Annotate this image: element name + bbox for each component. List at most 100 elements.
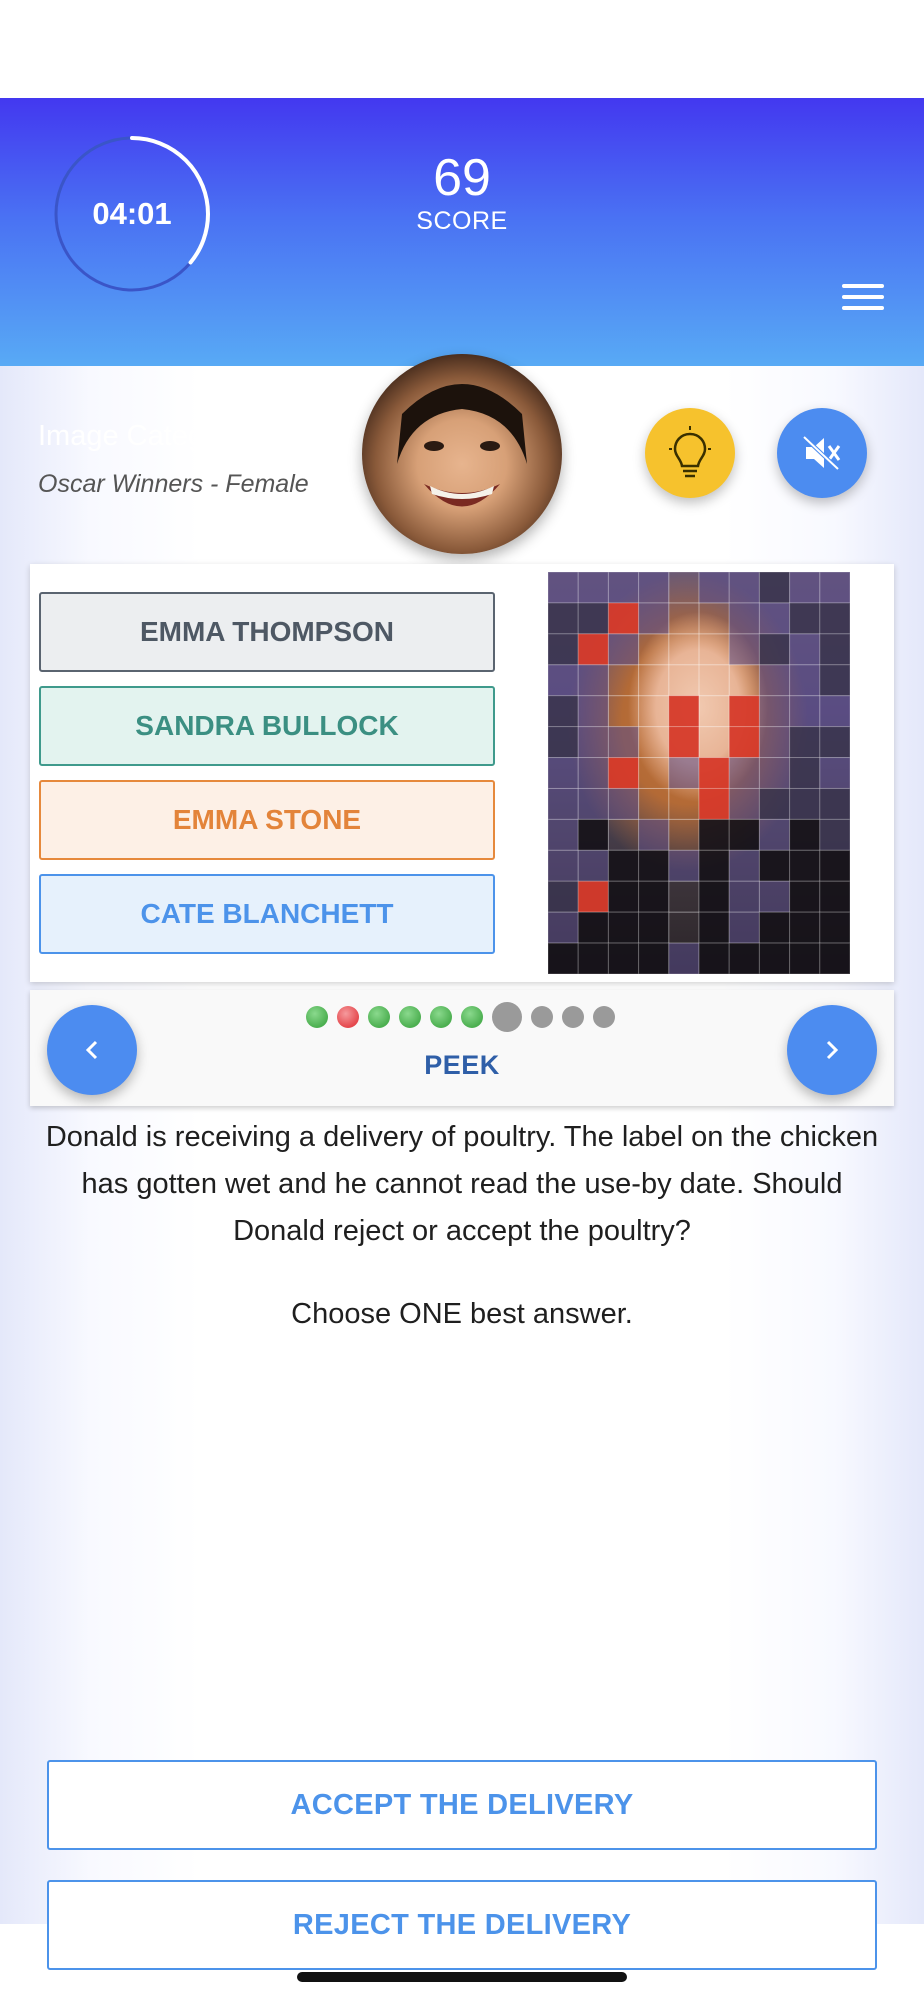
puzzle-tile xyxy=(548,849,579,882)
chevron-right-icon xyxy=(826,1040,839,1060)
puzzle-tile xyxy=(789,880,821,913)
next-button[interactable] xyxy=(787,1005,877,1095)
progress-dot-current xyxy=(492,1002,522,1032)
progress-dot-wrong xyxy=(337,1006,359,1028)
puzzle-tile xyxy=(638,787,670,820)
puzzle-tile xyxy=(548,942,579,974)
puzzle-tile xyxy=(668,757,700,789)
progress-dot-correct xyxy=(368,1006,390,1028)
option-button[interactable]: EMMA THOMPSON xyxy=(39,592,495,672)
puzzle-tile xyxy=(607,787,640,820)
puzzle-tile xyxy=(638,880,670,913)
instruction-text: Choose ONE best answer. xyxy=(291,1298,633,1330)
puzzle-tile xyxy=(758,572,791,604)
puzzle-tile xyxy=(638,695,670,728)
puzzle-tile xyxy=(607,757,640,789)
peek-bar: PEEK xyxy=(30,990,894,1106)
puzzle-tile xyxy=(728,849,760,882)
puzzle-tile xyxy=(819,849,850,882)
previous-button[interactable] xyxy=(47,1005,137,1095)
puzzle-tile xyxy=(728,695,760,728)
puzzle-tile xyxy=(668,942,700,974)
puzzle-tile xyxy=(577,911,609,944)
puzzle-tile xyxy=(758,911,791,944)
puzzle-tile xyxy=(638,757,670,789)
puzzle-tile xyxy=(548,880,579,913)
hint-button[interactable] xyxy=(645,408,735,498)
puzzle-tile xyxy=(607,633,640,666)
puzzle-tile xyxy=(607,695,640,728)
puzzle-tile xyxy=(819,572,850,604)
puzzle-tile xyxy=(577,695,609,728)
puzzle-tile xyxy=(577,664,609,697)
puzzle-tile xyxy=(577,942,609,974)
puzzle-tile xyxy=(758,726,791,759)
progress-dot-pending xyxy=(531,1006,553,1028)
puzzle-tile xyxy=(789,849,821,882)
puzzle-tile xyxy=(789,818,821,851)
puzzle-tile xyxy=(607,664,640,697)
progress-dot-correct xyxy=(306,1006,328,1028)
puzzle-tile xyxy=(728,664,760,697)
countdown-timer: 04:01 xyxy=(52,134,212,294)
puzzle-tile xyxy=(668,695,700,728)
puzzle-tile xyxy=(638,602,670,635)
puzzle-tile xyxy=(548,757,579,789)
puzzle-tile xyxy=(638,633,670,666)
peek-button[interactable]: PEEK xyxy=(30,1050,894,1081)
puzzle-tile xyxy=(577,633,609,666)
puzzle-tile xyxy=(698,849,730,882)
puzzle-tile xyxy=(819,633,850,666)
puzzle-tile xyxy=(668,726,700,759)
puzzle-image xyxy=(548,572,850,974)
puzzle-tile xyxy=(728,726,760,759)
puzzle-tile xyxy=(758,757,791,789)
puzzle-tile xyxy=(789,757,821,789)
quiz-screen: 04:01 69 SCORE Image Category Oscar Winn… xyxy=(0,98,924,1970)
puzzle-tile xyxy=(607,880,640,913)
puzzle-tile xyxy=(577,602,609,635)
puzzle-tile xyxy=(789,695,821,728)
home-indicator[interactable] xyxy=(297,1972,627,1982)
score-value: 69 xyxy=(433,149,491,207)
mute-button[interactable] xyxy=(777,408,867,498)
puzzle-tile xyxy=(789,942,821,974)
puzzle-tile xyxy=(819,818,850,851)
progress-dot-pending xyxy=(593,1006,615,1028)
progress-dots xyxy=(30,1002,894,1032)
puzzle-tile xyxy=(698,942,730,974)
puzzle-tile xyxy=(698,602,730,635)
category-label: Image Category xyxy=(38,420,245,452)
category-value: Oscar Winners - Female xyxy=(38,470,309,498)
puzzle-tile xyxy=(698,818,730,851)
puzzle-tile xyxy=(548,633,579,666)
puzzle-tile xyxy=(698,911,730,944)
puzzle-tile xyxy=(668,787,700,820)
puzzle-tile xyxy=(607,911,640,944)
puzzle-tile xyxy=(789,572,821,604)
puzzle-tile xyxy=(668,633,700,666)
puzzle-tile xyxy=(668,602,700,635)
puzzle-tile xyxy=(577,757,609,789)
hamburger-menu-icon[interactable] xyxy=(842,284,886,318)
question-text: Donald is receiving a delivery of poultr… xyxy=(45,1121,879,1247)
puzzle-tile xyxy=(607,849,640,882)
puzzle-tile xyxy=(698,787,730,820)
option-button[interactable]: CATE BLANCHETT xyxy=(39,874,495,954)
puzzle-tile xyxy=(607,818,640,851)
puzzle-tile xyxy=(638,726,670,759)
puzzle-tile xyxy=(577,726,609,759)
puzzle-tile xyxy=(819,695,850,728)
puzzle-tile xyxy=(638,942,670,974)
puzzle-tile xyxy=(577,818,609,851)
puzzle-tile xyxy=(698,880,730,913)
option-button[interactable]: EMMA STONE xyxy=(39,780,495,860)
puzzle-tile xyxy=(758,942,791,974)
puzzle-tile xyxy=(728,602,760,635)
puzzle-tile xyxy=(638,911,670,944)
accept-delivery-button[interactable]: ACCEPT THE DELIVERY xyxy=(47,1760,877,1850)
progress-dot-correct xyxy=(399,1006,421,1028)
option-button[interactable]: SANDRA BULLOCK xyxy=(39,686,495,766)
reject-delivery-button[interactable]: REJECT THE DELIVERY xyxy=(47,1880,877,1970)
puzzle-tile xyxy=(789,602,821,635)
